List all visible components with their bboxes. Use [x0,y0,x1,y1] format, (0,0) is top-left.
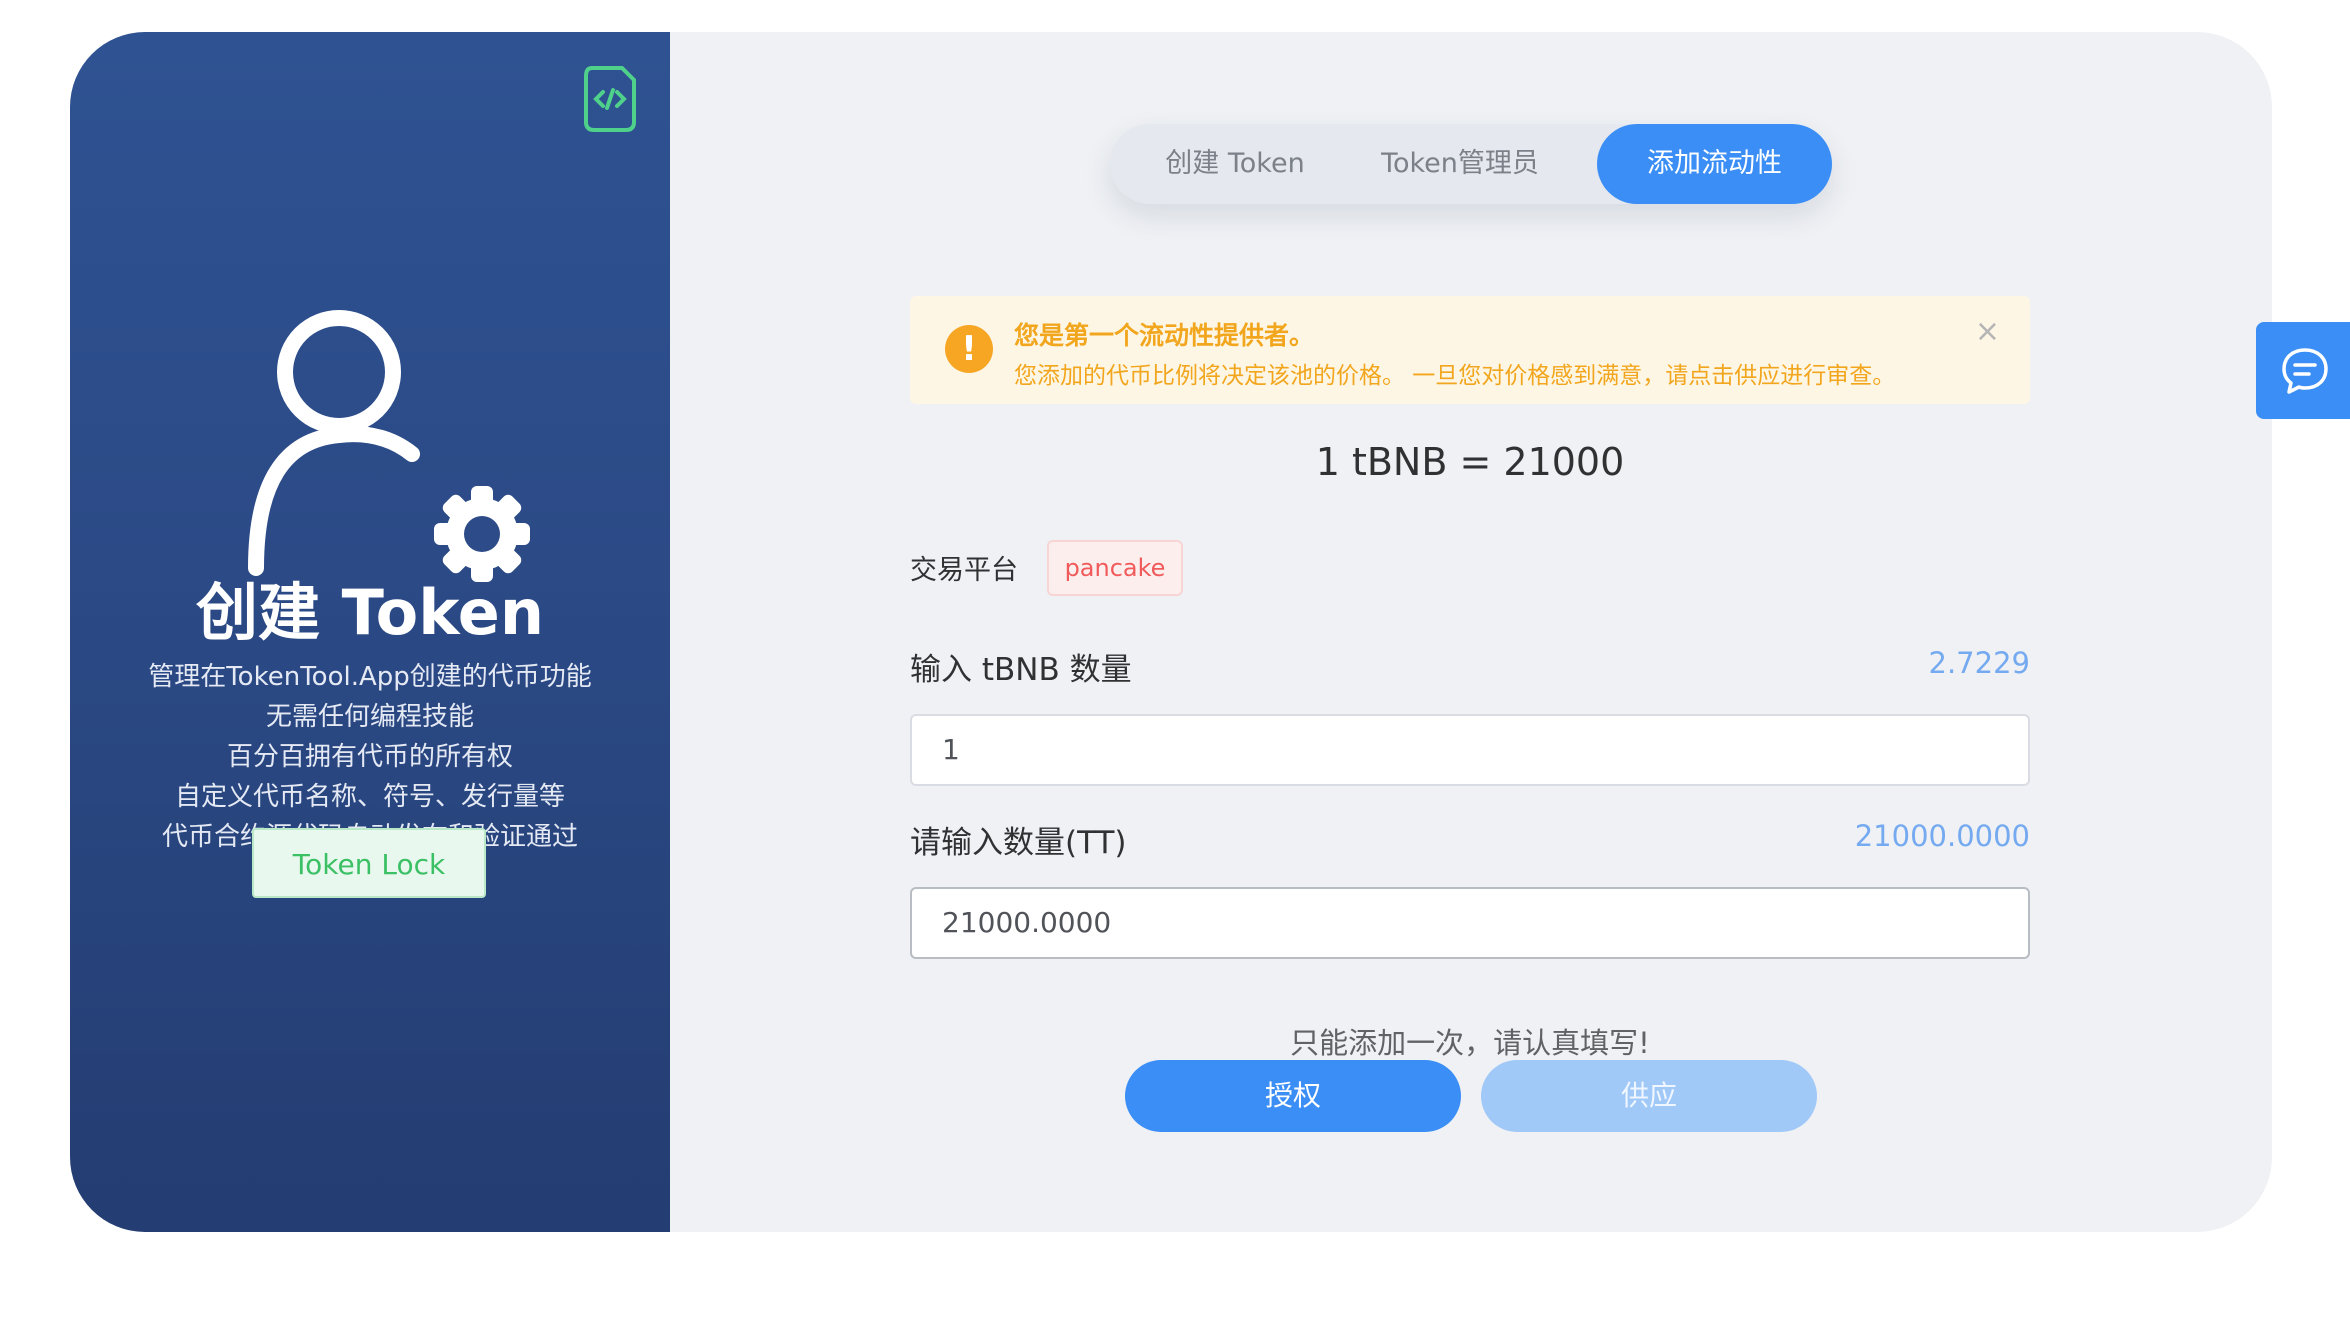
warning-alert: ! 您是第一个流动性提供者。 您添加的代币比例将决定该池的价格。 一旦您对价格感… [910,296,2030,404]
code-icon[interactable] [582,64,638,134]
authorize-button[interactable]: 授权 [1125,1060,1461,1132]
tab-bar: 创建 Token Token管理员 添加流动性 [1110,124,1832,204]
main-card: 创建 Token 管理在TokenTool.App创建的代币功能 无需任何编程技… [70,32,2272,1232]
tbnb-balance[interactable]: 2.7229 [1929,646,2030,680]
tt-amount-input[interactable]: 21000.0000 [910,887,2030,959]
notice-text: 只能添加一次，请认真填写! [1290,1026,1650,1060]
user-gear-icon [248,310,530,582]
tt-balance[interactable]: 21000.0000 [1855,819,2030,853]
tbnb-amount-label: 输入 tBNB 数量 [910,652,1132,688]
tab-add-liquidity[interactable]: 添加流动性 [1597,124,1832,204]
token-lock-button[interactable]: Token Lock [252,828,486,898]
tab-token-admin[interactable]: Token管理员 [1350,124,1570,204]
tbnb-amount-input[interactable]: 1 [910,714,2030,786]
exchange-tag: pancake [1047,540,1183,596]
exchange-rate: 1 tBNB = 21000 [1315,440,1625,484]
tab-create-token[interactable]: 创建 Token [1130,124,1340,204]
sidebar-panel: 创建 Token 管理在TokenTool.App创建的代币功能 无需任何编程技… [70,32,670,1232]
sidebar-line: 百分百拥有代币的所有权 [226,742,513,772]
sidebar-description: 管理在TokenTool.App创建的代币功能 无需任何编程技能 百分百拥有代币… [70,657,670,857]
tt-amount-label: 请输入数量(TT) [910,825,1127,861]
close-icon[interactable]: × [1975,314,2000,349]
sidebar-title: 创建 Token [196,576,544,649]
sidebar-line: 管理在TokenTool.App创建的代币功能 [148,662,592,692]
warning-icon: ! [945,325,993,373]
alert-title: 您是第一个流动性提供者。 [1014,321,1315,350]
supply-button[interactable]: 供应 [1481,1060,1817,1132]
exchange-label: 交易平台 [910,555,1018,586]
alert-description: 您添加的代币比例将决定该池的价格。 一旦您对价格感到满意，请点击供应进行审查。 [1014,363,1896,389]
chat-widget-button[interactable] [2256,322,2350,419]
chat-icon [2282,348,2328,394]
sidebar-line: 无需任何编程技能 [265,702,474,732]
sidebar-line: 自定义代币名称、符号、发行量等 [174,782,565,812]
